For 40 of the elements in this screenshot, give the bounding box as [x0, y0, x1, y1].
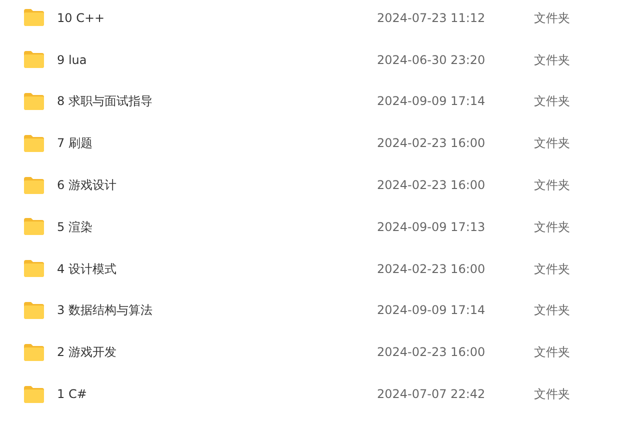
file-type: 文件夹 [534, 52, 570, 69]
modified-date: 2024-02-23 16:00 [377, 177, 486, 194]
folder-icon [23, 8, 45, 28]
folder-name: 3 数据结构与算法 [57, 302, 154, 320]
modified-date: 2024-09-09 17:14 [377, 302, 486, 320]
folder-icon [23, 176, 45, 195]
file-type: 文件夹 [534, 386, 570, 404]
file-type: 文件夹 [534, 218, 570, 236]
folder-icon [23, 259, 45, 278]
folder-icon [23, 300, 45, 320]
file-type: 文件夹 [534, 135, 570, 152]
modified-date: 2024-06-30 23:20 [377, 52, 486, 69]
modified-date: 2024-07-07 22:42 [377, 386, 486, 404]
folder-name: 1 C# [57, 386, 88, 404]
folder-name: 4 设计模式 [57, 260, 118, 278]
modified-date: 2024-02-23 16:00 [377, 135, 486, 152]
modified-date: 2024-07-23 11:12 [377, 10, 486, 27]
file-type: 文件夹 [534, 344, 570, 362]
folder-icon [23, 342, 45, 362]
file-type: 文件夹 [534, 260, 570, 278]
folder-name: 8 求职与面试指导 [57, 93, 154, 110]
folder-name: 10 C++ [57, 10, 106, 27]
folder-icon [23, 134, 45, 153]
folder-name: 7 刷题 [57, 135, 94, 152]
modified-date: 2024-09-09 17:14 [377, 93, 486, 110]
modified-date: 2024-09-09 17:13 [377, 218, 486, 236]
file-type: 文件夹 [534, 93, 570, 110]
file-type: 文件夹 [534, 10, 570, 27]
folder-icon [23, 50, 45, 70]
folder-icon [23, 384, 45, 404]
file-type: 文件夹 [534, 302, 570, 320]
modified-date: 2024-02-23 16:00 [377, 260, 486, 278]
file-type: 文件夹 [534, 177, 570, 194]
modified-date: 2024-02-23 16:00 [377, 344, 486, 362]
folder-name: 6 游戏设计 [57, 177, 118, 194]
folder-name: 9 lua [57, 52, 88, 69]
folder-icon [23, 217, 45, 236]
folder-name: 2 游戏开发 [57, 344, 118, 362]
folder-name: 5 渲染 [57, 218, 94, 236]
folder-icon [23, 92, 45, 111]
